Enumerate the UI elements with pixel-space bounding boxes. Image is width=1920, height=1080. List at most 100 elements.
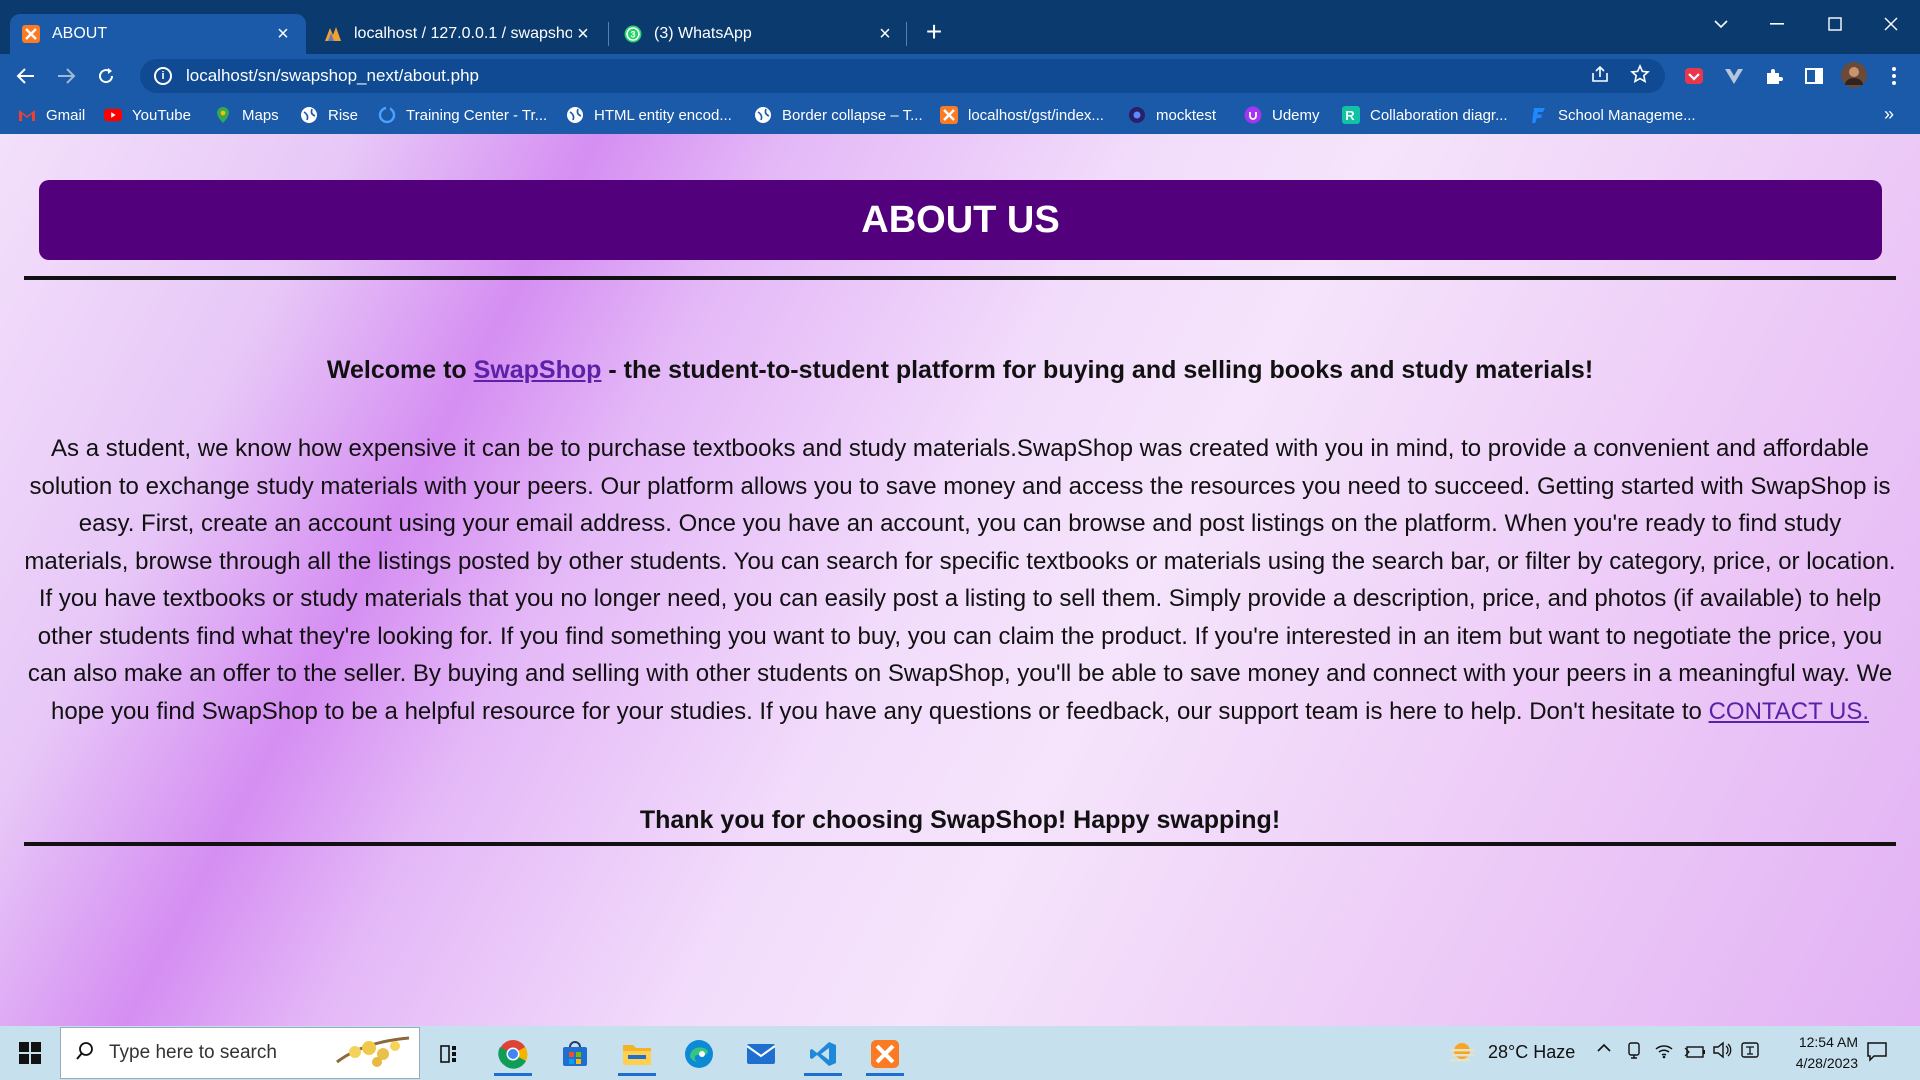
vscode-taskbar-icon[interactable] xyxy=(798,1032,848,1076)
side-panel-icon[interactable] xyxy=(1802,64,1826,88)
bookmark-training-center[interactable]: Training Center - Tr... xyxy=(378,106,547,124)
bookmark-mocktest[interactable]: mocktest xyxy=(1128,106,1216,124)
xampp-icon xyxy=(940,106,958,124)
battery-icon[interactable] xyxy=(1684,1043,1706,1064)
globe-icon xyxy=(300,106,318,124)
tab-search-icon[interactable] xyxy=(1698,8,1744,40)
browser-toolbar: i localhost/sn/swapshop_next/about.php xyxy=(0,54,1920,98)
share-icon[interactable] xyxy=(1590,64,1610,90)
bookmark-rise[interactable]: Rise xyxy=(300,106,358,124)
pocket-extension-icon[interactable] xyxy=(1682,64,1706,88)
udemy-icon xyxy=(1244,106,1262,124)
bookmark-youtube[interactable]: YouTube xyxy=(104,106,191,124)
language-ime-icon[interactable] xyxy=(1740,1040,1760,1065)
tab-phpmyadmin[interactable]: localhost / 127.0.0.1 / swapshop_ × xyxy=(312,14,606,54)
welcome-prefix: Welcome to xyxy=(326,356,474,384)
maps-icon xyxy=(214,106,232,124)
clock-date: 4/28/2023 xyxy=(1795,1055,1858,1071)
training-icon xyxy=(378,106,396,124)
forward-button[interactable] xyxy=(50,60,82,92)
bookmark-udemy[interactable]: Udemy xyxy=(1244,106,1320,124)
wifi-icon[interactable] xyxy=(1654,1041,1674,1064)
volume-icon[interactable] xyxy=(1712,1041,1732,1064)
globe-icon xyxy=(566,106,584,124)
mail-taskbar-icon[interactable] xyxy=(736,1032,786,1076)
chevron-up-icon[interactable] xyxy=(1596,1040,1612,1061)
bookmark-label: Rise xyxy=(328,106,359,124)
back-button[interactable] xyxy=(10,60,42,92)
chrome-taskbar-icon[interactable] xyxy=(488,1032,538,1076)
search-highlight-icon xyxy=(333,1032,413,1080)
bookmark-maps[interactable]: Maps xyxy=(214,106,279,124)
youtube-icon xyxy=(104,106,122,124)
f-icon xyxy=(1530,106,1548,124)
top-divider xyxy=(24,276,1896,280)
store-taskbar-icon[interactable] xyxy=(550,1032,600,1076)
bookmark-label: School Manageme... xyxy=(1558,106,1696,124)
xampp-icon xyxy=(22,25,40,43)
globe-icon xyxy=(754,106,772,124)
vue-devtools-icon[interactable] xyxy=(1722,64,1746,88)
windows-taskbar: Type here to search 28°C Haze 12:54 AM 4… xyxy=(0,1026,1920,1080)
avatar[interactable] xyxy=(1840,61,1868,89)
weather-icon[interactable] xyxy=(1448,1039,1476,1070)
reload-button[interactable] xyxy=(90,60,122,92)
bookmark-html-entity[interactable]: HTML entity encod... xyxy=(566,106,732,124)
close-icon[interactable]: × xyxy=(572,23,594,46)
tab-title: (3) WhatsApp xyxy=(654,25,752,42)
creately-icon: R xyxy=(1342,106,1360,124)
tab-title: localhost / 127.0.0.1 / swapshop_ xyxy=(354,25,572,42)
phpmyadmin-icon xyxy=(324,25,342,43)
windows-start-button[interactable] xyxy=(10,1038,50,1068)
bookmark-star-icon[interactable] xyxy=(1630,64,1650,90)
gmail-icon xyxy=(18,106,36,124)
page-title: ABOUT US xyxy=(39,180,1882,260)
close-icon[interactable]: × xyxy=(874,23,896,46)
tab-separator xyxy=(906,22,907,46)
bookmarks-overflow-icon[interactable]: » xyxy=(1884,104,1894,125)
bookmark-localhost-gst[interactable]: localhost/gst/index... xyxy=(940,106,1104,124)
extensions-puzzle-icon[interactable] xyxy=(1762,64,1786,88)
svg-text:R: R xyxy=(1345,108,1355,123)
bookmark-label: Collaboration diagr... xyxy=(1370,106,1508,124)
bookmark-label: Training Center - Tr... xyxy=(406,106,548,124)
bookmark-label: localhost/gst/index... xyxy=(968,106,1104,124)
task-view-icon[interactable] xyxy=(425,1032,475,1076)
page-content: ABOUT US Welcome to SwapShop - the stude… xyxy=(0,134,1920,1026)
thank-you-text: Thank you for choosing SwapShop! Happy s… xyxy=(639,806,1281,834)
edge-taskbar-icon[interactable] xyxy=(674,1032,724,1076)
search-icon xyxy=(75,1041,95,1066)
taskbar-search-box[interactable]: Type here to search xyxy=(60,1027,420,1079)
mocktest-icon xyxy=(1128,106,1146,124)
file-explorer-taskbar-icon[interactable] xyxy=(612,1032,662,1076)
new-tab-button[interactable]: + xyxy=(920,18,948,46)
menu-kebab-icon[interactable] xyxy=(1882,64,1906,88)
system-clock[interactable]: 12:54 AM 4/28/2023 xyxy=(1768,1032,1858,1074)
bookmark-gmail[interactable]: Gmail xyxy=(18,106,85,124)
close-window-button[interactable] xyxy=(1868,8,1914,40)
swapshop-link[interactable]: SwapShop xyxy=(474,356,602,384)
bookmark-label: Border collapse – T... xyxy=(782,106,923,124)
tab-about[interactable]: ABOUT × xyxy=(10,14,306,54)
bookmarks-bar: Gmail YouTube Maps Rise Training Center … xyxy=(0,98,1920,134)
weather-text[interactable]: 28°C Haze xyxy=(1488,1042,1575,1063)
url-text: localhost/sn/swapshop_next/about.php xyxy=(186,66,479,85)
bookmark-label: YouTube xyxy=(132,106,191,124)
site-info-icon[interactable]: i xyxy=(154,67,172,85)
bottom-divider xyxy=(24,842,1896,846)
close-icon[interactable]: × xyxy=(272,23,294,46)
about-paragraph: As a student, we know how expensive it c… xyxy=(24,430,1896,730)
bookmark-school-management[interactable]: School Manageme... xyxy=(1530,106,1696,124)
maximize-button[interactable] xyxy=(1812,8,1858,40)
xampp-taskbar-icon[interactable] xyxy=(860,1032,910,1076)
meet-now-icon[interactable] xyxy=(1626,1041,1644,1064)
browser-tab-bar: ABOUT × localhost / 127.0.0.1 / swapshop… xyxy=(0,0,1920,54)
welcome-heading: Welcome to SwapShop - the student-to-stu… xyxy=(24,356,1896,385)
address-bar[interactable]: i localhost/sn/swapshop_next/about.php xyxy=(140,59,1665,93)
notification-center-icon[interactable] xyxy=(1866,1040,1888,1067)
tab-whatsapp[interactable]: 3 (3) WhatsApp × xyxy=(612,14,908,54)
bookmark-border-collapse[interactable]: Border collapse – T... xyxy=(754,106,923,124)
contact-us-link[interactable]: CONTACT US. xyxy=(1709,698,1869,725)
minimize-button[interactable] xyxy=(1754,8,1800,40)
bookmark-collaboration[interactable]: R Collaboration diagr... xyxy=(1342,106,1508,124)
